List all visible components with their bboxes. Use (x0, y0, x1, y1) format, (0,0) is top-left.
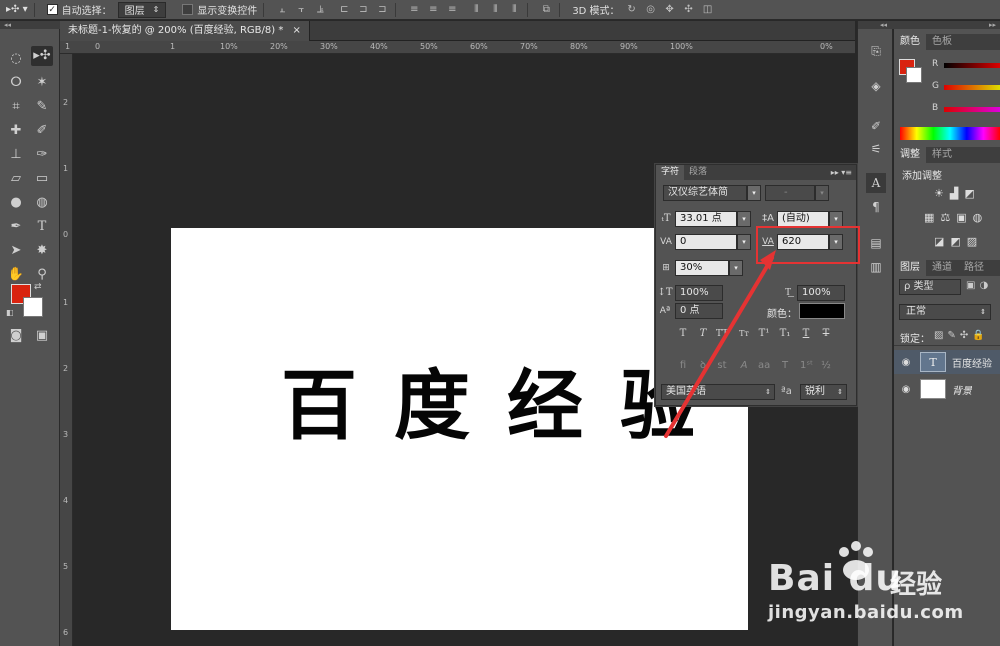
watermark-product: 经验 (890, 570, 943, 600)
watermark-logo-text: Bai du (768, 558, 903, 599)
watermark-url: jingyan.baidu.com (768, 602, 964, 623)
baidu-jingyan-watermark: Bai du 经验 jingyan.baidu.com (752, 540, 1000, 646)
